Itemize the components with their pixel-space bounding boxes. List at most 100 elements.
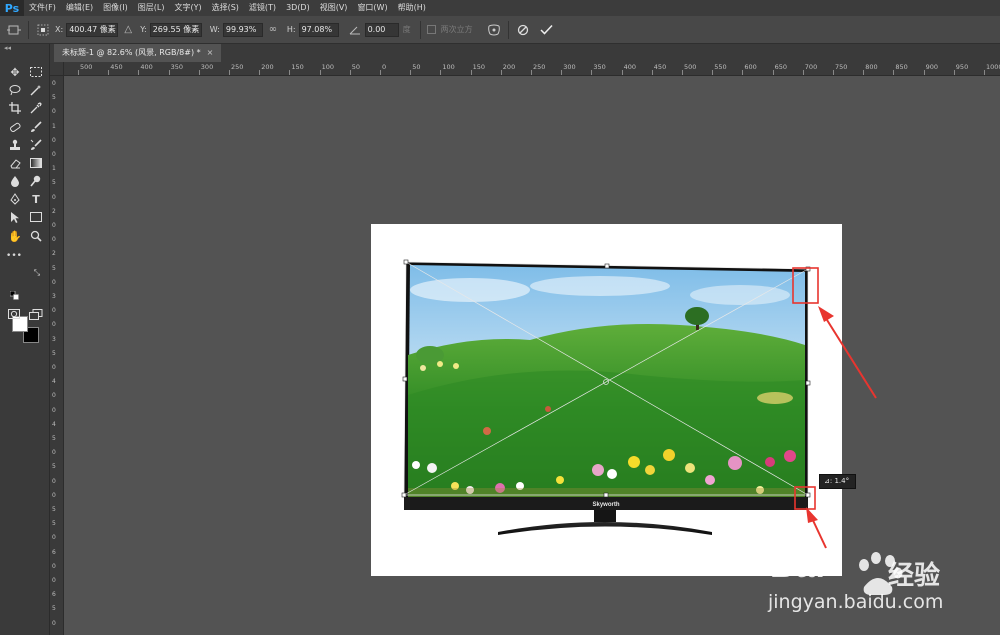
more-tools-icon[interactable]: ••• — [6, 248, 22, 264]
ps-logo: Ps — [0, 0, 24, 16]
w-field[interactable]: 99.93% — [222, 22, 263, 37]
link-icon[interactable]: ∞ — [265, 22, 281, 38]
swap-colors-icon[interactable]: ⤡ — [32, 268, 42, 278]
gradient-tool-icon[interactable] — [28, 155, 44, 171]
pen-tool-icon[interactable] — [7, 191, 23, 207]
menu-file[interactable]: 文件(F) — [24, 0, 61, 16]
ruler-tick — [259, 70, 261, 75]
menu-edit[interactable]: 编辑(E) — [61, 0, 98, 16]
watermark-brand: Bai — [770, 547, 826, 585]
menu-help[interactable]: 帮助(H) — [393, 0, 431, 16]
angle-icon — [347, 22, 363, 38]
document-canvas[interactable] — [371, 224, 842, 576]
baidu-jingyan-watermark: Bai 经验 jingyan.baidu.com — [760, 525, 996, 625]
menu-3d[interactable]: 3D(D) — [281, 0, 315, 16]
horizontal-ruler[interactable]: 500 450 400 350 300 250 200 150 100 50 0 50 100 150 20… — [64, 62, 1000, 76]
menu-image[interactable]: 图像(I) — [98, 0, 133, 16]
ruler-tick-label: 700 — [804, 63, 818, 71]
ruler-tick-label: 100 — [321, 63, 335, 71]
ruler-tick-label: 2 — [52, 250, 56, 258]
ruler-tick-label: 200 — [261, 63, 274, 71]
h-field[interactable]: 97.08% — [298, 22, 339, 37]
magic-wand-tool-icon[interactable] — [28, 82, 44, 98]
marquee-tool-icon[interactable] — [28, 64, 44, 80]
blur-tool-icon[interactable] — [7, 173, 23, 189]
menu-window[interactable]: 窗口(W) — [352, 0, 392, 16]
quick-mask-icon[interactable] — [6, 306, 22, 322]
ruler-tick-label: 250 — [533, 63, 546, 71]
commit-icon[interactable] — [539, 22, 555, 38]
healing-brush-tool-icon[interactable] — [7, 119, 23, 135]
ruler-tick-label: 0 — [52, 108, 56, 116]
close-icon[interactable]: × — [207, 44, 214, 62]
ruler-tick — [168, 70, 170, 75]
screen-mode-icon[interactable] — [28, 306, 44, 322]
menu-type[interactable]: 文字(Y) — [169, 0, 206, 16]
ruler-tick — [410, 70, 412, 75]
transform-tool-preset-icon[interactable] — [6, 22, 22, 38]
ruler-tick — [470, 70, 472, 75]
ruler-tick — [863, 70, 865, 75]
menu-bar: Ps 文件(F) 编辑(E) 图像(I) 图层(L) 文字(Y) 选择(S) 滤… — [0, 0, 1000, 16]
tools-panel: ◂◂ ✥ T ✋ ••• ⤡ — [0, 44, 50, 635]
reference-point-icon[interactable] — [35, 22, 51, 38]
ruler-tick — [742, 70, 744, 75]
ruler-tick — [531, 70, 532, 75]
dodge-tool-icon[interactable] — [28, 173, 44, 189]
eraser-tool-icon[interactable] — [7, 155, 23, 171]
ruler-origin[interactable] — [50, 62, 64, 76]
menu-select[interactable]: 选择(S) — [207, 0, 244, 16]
ruler-tick-label: 0 — [52, 449, 56, 457]
ruler-tick — [380, 70, 381, 75]
ruler-tick-label: 6 — [52, 591, 56, 599]
ruler-tick-label: 950 — [955, 63, 969, 71]
history-brush-tool-icon[interactable] — [28, 137, 44, 153]
ruler-tick-label: 0 — [52, 321, 56, 329]
angle-field[interactable]: 0.00 — [364, 22, 399, 37]
move-tool-icon[interactable]: ✥ — [7, 64, 23, 80]
y-field[interactable]: 269.55 像素 — [149, 22, 202, 37]
ruler-tick-label: 0 — [52, 477, 56, 485]
warp-icon[interactable] — [486, 22, 502, 38]
zoom-tool-icon[interactable] — [28, 228, 44, 244]
ruler-tick-label: 5 — [52, 94, 56, 102]
hand-tool-icon[interactable]: ✋ — [7, 228, 23, 244]
photoshop-window: Ps 文件(F) 编辑(E) 图像(I) 图层(L) 文字(Y) 选择(S) 滤… — [0, 0, 1000, 635]
interpolation-checkbox-icon[interactable] — [427, 22, 437, 38]
menu-layer[interactable]: 图层(L) — [133, 0, 170, 16]
ruler-tick-label: 0 — [52, 364, 56, 371]
ruler-tick-label: 750 — [835, 63, 848, 71]
delta-icon[interactable]: △ — [120, 22, 136, 38]
w-label: W: — [209, 25, 220, 34]
interpolation-select[interactable]: 两次立方 — [441, 24, 473, 35]
path-selection-tool-icon[interactable] — [7, 209, 23, 225]
default-colors-icon[interactable] — [9, 290, 19, 300]
ruler-tick — [561, 70, 563, 75]
brush-tool-icon[interactable] — [28, 119, 44, 135]
ruler-tick-label: 50 — [412, 63, 421, 71]
eyedropper-tool-icon[interactable] — [28, 100, 44, 116]
ruler-tick-label: 0 — [52, 534, 56, 542]
ruler-tick-label: 5 — [52, 506, 56, 513]
watermark-brand-cn: 经验 — [888, 561, 941, 591]
ruler-tick — [953, 70, 955, 75]
ruler-tick-label: 3 — [52, 293, 56, 300]
crop-tool-icon[interactable] — [7, 100, 23, 116]
collapse-icon[interactable]: ◂◂ — [4, 44, 11, 52]
ruler-tick-label: 0 — [52, 307, 56, 315]
vertical-ruler[interactable]: 0 5 0 1 0 0 1 5 0 2 0 0 2 5 0 3 0 0 3 5 0 4 0 0 4 5 0 5 0 0 5 5 0 6 0 0 6 5 0 — [50, 76, 64, 635]
menu-filter[interactable]: 滤镜(T) — [244, 0, 281, 16]
ruler-tick-label: 350 — [170, 63, 184, 71]
lasso-tool-icon[interactable] — [7, 82, 23, 98]
ruler-tick-label: 0 — [52, 278, 56, 286]
ruler-tick-label: 2 — [52, 207, 56, 215]
cancel-icon[interactable] — [515, 22, 531, 38]
ruler-tick-label: 1 — [52, 122, 56, 130]
menu-view[interactable]: 视图(V) — [315, 0, 353, 16]
ruler-tick-label: 400 — [623, 63, 637, 71]
clone-stamp-tool-icon[interactable] — [7, 137, 23, 153]
type-tool-icon[interactable]: T — [28, 191, 44, 207]
x-field[interactable]: 400.47 像素 — [66, 22, 119, 37]
document-tab[interactable]: 未标题-1 @ 82.6% (风景, RGB/8#) * × — [54, 44, 222, 62]
rectangle-tool-icon[interactable] — [28, 209, 44, 225]
